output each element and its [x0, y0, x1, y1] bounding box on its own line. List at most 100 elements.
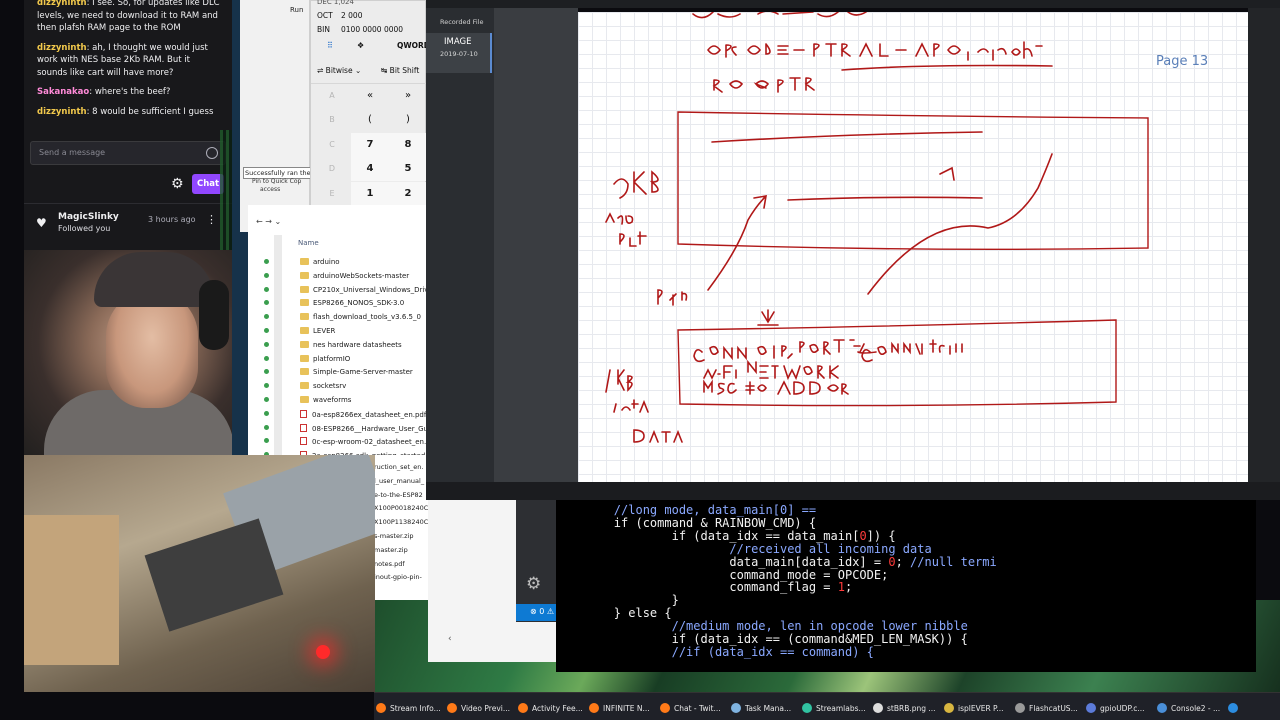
- calc-key[interactable]: ): [389, 108, 427, 132]
- folder-item[interactable]: LEVER: [300, 327, 426, 335]
- file-item[interactable]: inout-gpio-pin-: [374, 573, 422, 581]
- taskbar-button[interactable]: Streamlabs...: [802, 693, 866, 720]
- calc-key: C: [329, 139, 335, 149]
- file-item[interactable]: l_user_manual_: [374, 477, 424, 485]
- taskbar-label: FlashcatUS...: [1029, 704, 1078, 713]
- pinned-indicator-icon: [264, 286, 269, 292]
- bitwise-menu[interactable]: ⇌ Bitwise ⌄: [317, 66, 361, 75]
- calc-key[interactable]: 8: [389, 132, 427, 157]
- taskbar-button[interactable]: INFINITE N...: [589, 693, 650, 720]
- file-item[interactable]: e-to-the-ESP82: [374, 491, 423, 499]
- taskbar-button[interactable]: Video Previ...: [447, 693, 510, 720]
- chat-username[interactable]: dizzyninth: [37, 43, 87, 53]
- taskbar-button[interactable]: Activity Fee...: [518, 693, 583, 720]
- code-token: ;: [895, 554, 911, 569]
- explorer-scrollbar[interactable]: [274, 235, 282, 455]
- taskbar-button[interactable]: Chat - Twit...: [660, 693, 721, 720]
- folder-item[interactable]: platformIO: [300, 354, 426, 363]
- vscode-problems-status[interactable]: ⊗ 0 ⚠: [516, 604, 558, 621]
- file-item[interactable]: master.zip: [374, 546, 408, 554]
- vscode-settings-gear-icon[interactable]: ⚙: [526, 574, 541, 594]
- taskbar-label: Activity Fee...: [532, 704, 583, 713]
- folder-item[interactable]: ESP8266_NONOS_SDK-3.0: [300, 299, 426, 307]
- calc-key[interactable]: (: [351, 108, 389, 132]
- emote-picker-icon[interactable]: [206, 147, 218, 159]
- chat-username[interactable]: Sakanakao: [37, 87, 89, 97]
- code-token: 0: [859, 528, 867, 543]
- pdf-file-item[interactable]: 0c-esp-wroom-02_datasheet_en.pdf: [300, 437, 426, 446]
- folder-item[interactable]: arduino: [300, 258, 426, 266]
- nav-back-forward-icon[interactable]: ← → ⌄: [256, 217, 281, 226]
- taskbar-button[interactable]: Stream Info...: [376, 693, 441, 720]
- taskbar-label: stBRB.png ...: [887, 704, 936, 713]
- calc-key[interactable]: »: [389, 84, 427, 108]
- file-item[interactable]: s-master.zip: [374, 532, 413, 540]
- calc-key[interactable]: 1: [351, 181, 389, 206]
- pinned-indicator-icon: [264, 300, 269, 306]
- taskbar-button[interactable]: Console2 - ...: [1157, 693, 1220, 720]
- file-name: CP210x_Universal_Windows_Driver: [313, 285, 426, 294]
- name-column-header[interactable]: Name: [298, 239, 319, 247]
- file-explorer-window: ← → ⌄ Name arduino arduinoWebSockets-mast…: [248, 205, 426, 460]
- pdf-file-item[interactable]: 08-ESP8266__Hardware_User_Guide: [300, 423, 426, 433]
- file-item[interactable]: notes.pdf: [374, 560, 405, 568]
- folder-item[interactable]: socketsrv: [300, 382, 426, 390]
- bitshift-menu[interactable]: ↹ Bit Shift: [381, 66, 419, 75]
- app-icon: [376, 703, 386, 713]
- calc-row-key: OCT: [317, 11, 333, 20]
- file-name: nes hardware datasheets: [313, 340, 402, 349]
- folder-item[interactable]: Simple-Game-Server-master: [300, 368, 426, 376]
- run-label[interactable]: Run: [290, 6, 303, 14]
- code-token: command_mode = OPCODE;: [556, 567, 889, 582]
- pinned-indicator-icon: [264, 314, 269, 320]
- taskbar-button[interactable]: FlashcatUS...: [1015, 693, 1078, 720]
- bit-toggle-icon[interactable]: ❖: [357, 41, 364, 50]
- desk-circuit-board: [144, 518, 284, 632]
- folder-item[interactable]: CP210x_Universal_Windows_Driver: [300, 285, 426, 294]
- activity-item[interactable]: ♥ MagicSlinky Followed you 3 hours ago ⋮: [24, 212, 232, 242]
- chat-username[interactable]: dizzyninth: [37, 0, 87, 8]
- chat-message-input[interactable]: Send a message: [30, 141, 226, 165]
- calc-key[interactable]: «: [351, 84, 389, 108]
- file-item[interactable]: X100P0018240C: [374, 504, 428, 512]
- pinned-indicator-icon: [264, 341, 269, 347]
- vscode-window: ⚙ ⊗ 0 ⚠ ‹: [428, 500, 558, 662]
- code-token: 1: [837, 580, 845, 595]
- taskbar-button[interactable]: Task Mana...: [731, 693, 791, 720]
- calc-key[interactable]: 4: [351, 157, 389, 182]
- file-name: ESP8266_NONOS_SDK-3.0: [313, 299, 405, 308]
- pin-to-quick-access-label[interactable]: Pin to Quick Cop access: [252, 178, 301, 194]
- whiteboard-canvas[interactable]: Page 13: [578, 12, 1248, 482]
- code-editor[interactable]: //long mode, data_main[0] == if (command…: [556, 500, 1256, 672]
- code-token: if (data_idx == data_main[: [556, 528, 860, 543]
- file-name: 0c-esp-wroom-02_datasheet_en.pdf: [312, 438, 426, 447]
- scroll-left-arrow-icon[interactable]: ‹: [448, 634, 452, 644]
- recorded-file-item[interactable]: IMAGE 2019-07-10: [426, 33, 492, 73]
- taskbar-button[interactable]: [1228, 693, 1242, 720]
- code-token: //medium mode, len in opcode lower nibbl…: [556, 619, 968, 634]
- folder-item[interactable]: arduinoWebSockets-master: [300, 271, 426, 280]
- bit-keypad-icon[interactable]: ⠿: [327, 41, 333, 50]
- file-name: flash_download_tools_v3.6.5_0: [313, 313, 421, 322]
- activity-username[interactable]: MagicSlinky: [58, 212, 119, 222]
- calc-row-bin[interactable]: BIN 0100 0000 0000: [317, 25, 403, 34]
- file-item[interactable]: X100P1138240C: [374, 518, 428, 526]
- file-item[interactable]: ruction_set_en.: [374, 463, 423, 471]
- folder-item[interactable]: flash_download_tools_v3.6.5_0: [300, 313, 426, 321]
- folder-item[interactable]: waveforms: [300, 396, 426, 404]
- calc-key[interactable]: 5: [389, 157, 427, 182]
- pinned-indicator-icon: [264, 355, 269, 361]
- taskbar-button[interactable]: isplEVER P...: [944, 693, 1004, 720]
- folder-icon: [300, 354, 309, 362]
- more-options-icon[interactable]: ⋮: [206, 213, 217, 226]
- taskbar-button[interactable]: gpioUDP.c...: [1086, 693, 1144, 720]
- taskbar-button[interactable]: stBRB.png ...: [873, 693, 936, 720]
- calc-key[interactable]: 7: [351, 132, 389, 157]
- pdf-file-item[interactable]: 0a-esp8266ex_datasheet_en.pdf: [300, 409, 426, 419]
- chat-username[interactable]: dizzyninth: [37, 107, 87, 117]
- calc-row-oct[interactable]: OCT 2 000: [317, 11, 362, 20]
- folder-item[interactable]: nes hardware datasheets: [300, 340, 426, 349]
- calc-key[interactable]: 2: [389, 181, 427, 206]
- chat-settings-gear-icon[interactable]: ⚙: [171, 176, 184, 192]
- window-top-strip: [426, 0, 1280, 8]
